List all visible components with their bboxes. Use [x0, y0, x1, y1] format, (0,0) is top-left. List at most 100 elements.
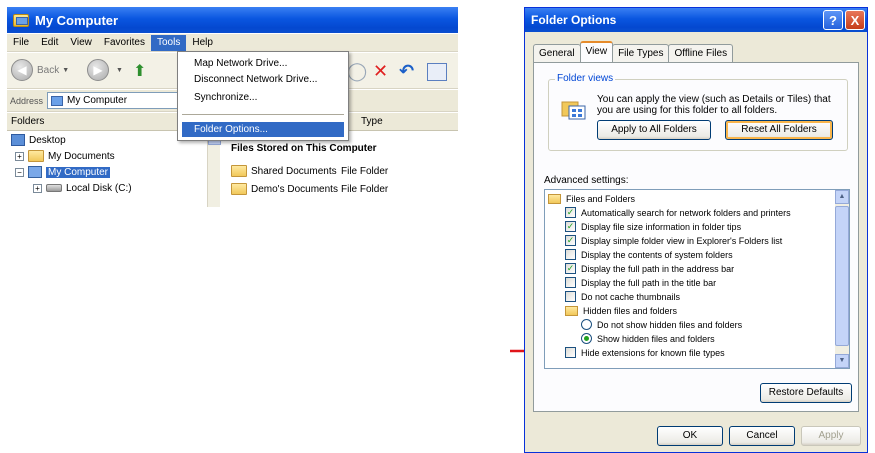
- checkbox-unchecked[interactable]: [565, 291, 576, 302]
- file-name: Demo's Documents: [251, 183, 338, 195]
- tree-scrollbar[interactable]: ▲: [207, 131, 221, 207]
- address-label: Address: [10, 95, 44, 106]
- tree-label-my-computer: My Computer: [46, 166, 111, 178]
- checkbox-unchecked[interactable]: [565, 249, 576, 260]
- scroll-down-icon[interactable]: ▼: [835, 354, 849, 368]
- tree-item-my-documents[interactable]: + My Documents: [15, 148, 115, 164]
- cancel-button[interactable]: Cancel: [729, 426, 795, 446]
- tree-item-my-computer[interactable]: − My Computer: [15, 164, 111, 180]
- checkbox-unchecked[interactable]: [565, 347, 576, 358]
- list-item-label: Display the full path in the title bar: [581, 277, 717, 288]
- group-header: Files Stored on This Computer: [231, 143, 377, 154]
- dialog-title-bar[interactable]: Folder Options ? X: [525, 8, 867, 32]
- collapse-icon[interactable]: −: [15, 167, 24, 177]
- restore-defaults-button[interactable]: Restore Defaults: [760, 383, 852, 403]
- apply-button[interactable]: Apply: [801, 426, 861, 446]
- menu-edit[interactable]: Edit: [35, 35, 64, 51]
- list-item-cache-thumbnails[interactable]: Do not cache thumbnails: [565, 290, 680, 303]
- list-item-label: Display the full path in the address bar: [581, 263, 735, 274]
- list-item-full-path-title[interactable]: Display the full path in the title bar: [565, 276, 716, 289]
- folder-views-icon: [561, 101, 586, 120]
- folder-views-description: You can apply the view (such as Details …: [597, 94, 831, 116]
- screenshot-root: My Computer File Edit View Favorites Too…: [0, 0, 875, 453]
- dialog-tabs: General View File Types Offline Files: [533, 41, 734, 62]
- address-computer-icon: [51, 95, 64, 106]
- list-item-hide-extensions[interactable]: Hide extensions for known file types: [565, 346, 725, 359]
- list-item-label: Display the contents of system folders: [581, 249, 733, 260]
- tree-item-desktop[interactable]: Desktop: [11, 132, 66, 148]
- tab-general[interactable]: General: [533, 44, 581, 62]
- ok-button[interactable]: OK: [657, 426, 723, 446]
- radio-selected[interactable]: [581, 333, 592, 344]
- explorer-title-bar[interactable]: My Computer: [7, 7, 458, 33]
- help-button[interactable]: ?: [823, 10, 843, 30]
- copy-to-icon[interactable]: ◯: [347, 61, 367, 83]
- menu-item-disconnect-network-drive[interactable]: Disconnect Network Drive...: [182, 72, 344, 87]
- menu-view[interactable]: View: [64, 35, 98, 51]
- folder-views-group: Folder views You can apply the view (suc…: [548, 73, 848, 151]
- menu-file[interactable]: File: [7, 35, 35, 51]
- views-icon[interactable]: [427, 63, 447, 81]
- checkbox-checked[interactable]: ✓: [565, 207, 576, 218]
- file-row-demos-documents[interactable]: Demo's Documents File Folder: [231, 183, 388, 195]
- close-button[interactable]: X: [845, 10, 865, 30]
- list-item-system-folders[interactable]: Display the contents of system folders: [565, 248, 733, 261]
- menu-item-folder-options[interactable]: Folder Options...: [182, 122, 344, 137]
- list-item-do-not-show-hidden[interactable]: Do not show hidden files and folders: [581, 318, 742, 331]
- list-item-label: Display file size information in folder …: [581, 221, 742, 232]
- back-button[interactable]: ◀ Back ▼: [11, 59, 69, 81]
- close-icon: X: [850, 12, 860, 28]
- apply-to-all-folders-button[interactable]: Apply to All Folders: [597, 120, 711, 140]
- menu-item-synchronize[interactable]: Synchronize...: [182, 90, 344, 105]
- menu-favorites[interactable]: Favorites: [98, 35, 151, 51]
- checkbox-unchecked[interactable]: [565, 277, 576, 288]
- advanced-list-scrollbar[interactable]: ▲ ▼: [835, 190, 849, 368]
- reset-all-folders-button[interactable]: Reset All Folders: [725, 120, 833, 140]
- folder-icon: [231, 165, 247, 177]
- advanced-settings-list[interactable]: Files and Folders ✓ Automatically search…: [544, 189, 850, 369]
- checkbox-checked[interactable]: ✓: [565, 235, 576, 246]
- menu-separator: [182, 114, 344, 115]
- computer-icon: [28, 166, 42, 178]
- radio-unselected[interactable]: [581, 319, 592, 330]
- list-item-label: Automatically search for network folders…: [581, 207, 791, 218]
- list-item-files-and-folders: Files and Folders: [548, 192, 635, 205]
- up-folder-icon[interactable]: ⬆: [133, 61, 153, 81]
- list-item-label: Display simple folder view in Explorer's…: [581, 235, 783, 246]
- folder-views-legend: Folder views: [555, 73, 616, 84]
- menu-item-map-network-drive[interactable]: Map Network Drive...: [182, 56, 344, 71]
- scroll-thumb[interactable]: [835, 206, 849, 346]
- list-item-full-path-address[interactable]: ✓ Display the full path in the address b…: [565, 262, 734, 275]
- folder-icon: [548, 193, 561, 204]
- menu-help[interactable]: Help: [186, 35, 219, 51]
- folder-icon: [231, 183, 247, 195]
- folder-options-dialog: Folder Options ? X General View File Typ…: [524, 7, 868, 453]
- checkbox-checked[interactable]: ✓: [565, 263, 576, 274]
- address-value: My Computer: [67, 95, 128, 106]
- back-dropdown-icon: ▼: [62, 66, 70, 74]
- folder-tree: Desktop + My Documents − My Computer + L…: [7, 131, 207, 207]
- delete-icon[interactable]: ✕: [373, 61, 388, 83]
- address-field[interactable]: My Computer: [47, 92, 198, 109]
- column-type[interactable]: Type: [361, 116, 383, 127]
- tab-offline-files[interactable]: Offline Files: [668, 44, 734, 62]
- list-item-simple-folder-view[interactable]: ✓ Display simple folder view in Explorer…: [565, 234, 782, 247]
- list-item-hidden-files-group: Hidden files and folders: [565, 304, 677, 317]
- undo-icon[interactable]: ↶: [399, 61, 414, 83]
- file-row-shared-documents[interactable]: Shared Documents File Folder: [231, 165, 388, 177]
- list-item-auto-search-network[interactable]: ✓ Automatically search for network folde…: [565, 206, 791, 219]
- list-item-show-hidden[interactable]: Show hidden files and folders: [581, 332, 715, 345]
- list-item-file-size-tips[interactable]: ✓ Display file size information in folde…: [565, 220, 741, 233]
- forward-button[interactable]: ▶ ▼: [87, 59, 123, 81]
- scroll-up-icon[interactable]: ▲: [835, 190, 849, 204]
- expand-icon[interactable]: +: [15, 151, 24, 161]
- menu-tools[interactable]: Tools: [150, 34, 187, 51]
- tree-item-local-disk[interactable]: + Local Disk (C:): [33, 180, 132, 196]
- tab-view[interactable]: View: [579, 41, 614, 62]
- tab-file-types[interactable]: File Types: [612, 44, 670, 62]
- expand-icon[interactable]: +: [33, 183, 42, 193]
- list-item-label: Hide extensions for known file types: [581, 347, 725, 358]
- local-disk-icon: [46, 184, 62, 192]
- checkbox-checked[interactable]: ✓: [565, 221, 576, 232]
- explorer-menu-bar: File Edit View Favorites Tools Help: [7, 34, 458, 52]
